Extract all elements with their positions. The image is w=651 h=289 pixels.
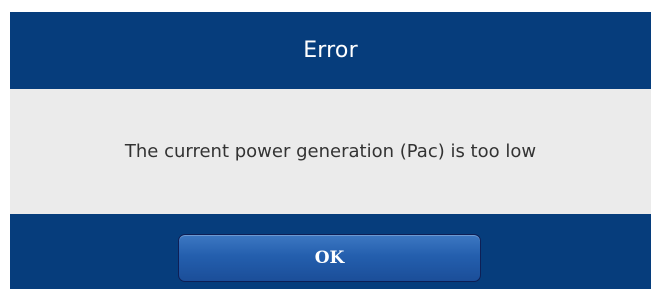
- dialog-body: The current power generation (Pac) is to…: [10, 89, 651, 214]
- error-dialog: Error The current power generation (Pac)…: [10, 12, 651, 289]
- dialog-title: Error: [303, 38, 358, 63]
- ok-button[interactable]: OK: [178, 234, 481, 282]
- error-message: The current power generation (Pac) is to…: [124, 141, 537, 162]
- dialog-header: Error: [10, 12, 651, 89]
- dialog-footer: OK: [10, 214, 651, 289]
